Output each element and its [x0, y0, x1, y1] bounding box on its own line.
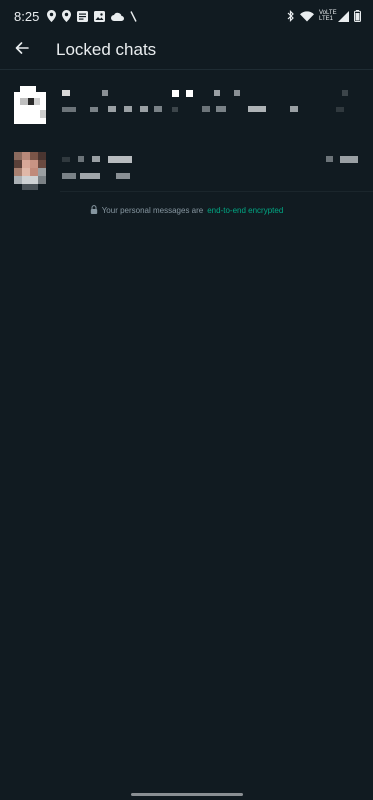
arrow-left-icon — [15, 41, 29, 59]
app-bar-divider — [0, 69, 373, 70]
no-signal-slash-icon — [130, 10, 137, 22]
image-icon — [94, 10, 106, 22]
encryption-text: Your personal messages are — [101, 206, 204, 215]
document-icon — [77, 10, 89, 22]
signal-icon — [338, 10, 349, 22]
network-type-label: VoLTE LTE1 — [319, 10, 337, 22]
cloud-icon — [111, 12, 125, 21]
lock-icon — [90, 205, 98, 216]
location-icon — [62, 10, 72, 22]
status-right: VoLTE LTE1 — [287, 10, 361, 22]
page-title: Locked chats — [56, 40, 157, 59]
chat-list — [0, 78, 373, 200]
avatar — [14, 152, 46, 190]
encryption-link[interactable]: end-to-end encrypted — [207, 206, 283, 215]
wifi-icon — [300, 10, 314, 22]
bluetooth-icon — [287, 10, 295, 22]
redacted-time — [342, 90, 348, 96]
encryption-notice: Your personal messages are end-to-end en… — [0, 205, 373, 216]
location-icon — [47, 10, 57, 22]
locked-chats-screen: 8:25 VoLTE LTE1 Locked chats Your person… — [0, 0, 373, 800]
avatar — [14, 86, 46, 124]
app-bar: Locked chats — [0, 32, 373, 68]
status-left: 8:25 — [14, 9, 137, 24]
back-button[interactable] — [0, 32, 44, 68]
status-bar: 8:25 VoLTE LTE1 — [0, 0, 373, 32]
battery-icon — [354, 10, 361, 22]
status-time: 8:25 — [14, 8, 40, 24]
chat-list-item[interactable] — [0, 78, 373, 134]
home-indicator — [130, 793, 243, 796]
list-divider — [60, 191, 373, 192]
